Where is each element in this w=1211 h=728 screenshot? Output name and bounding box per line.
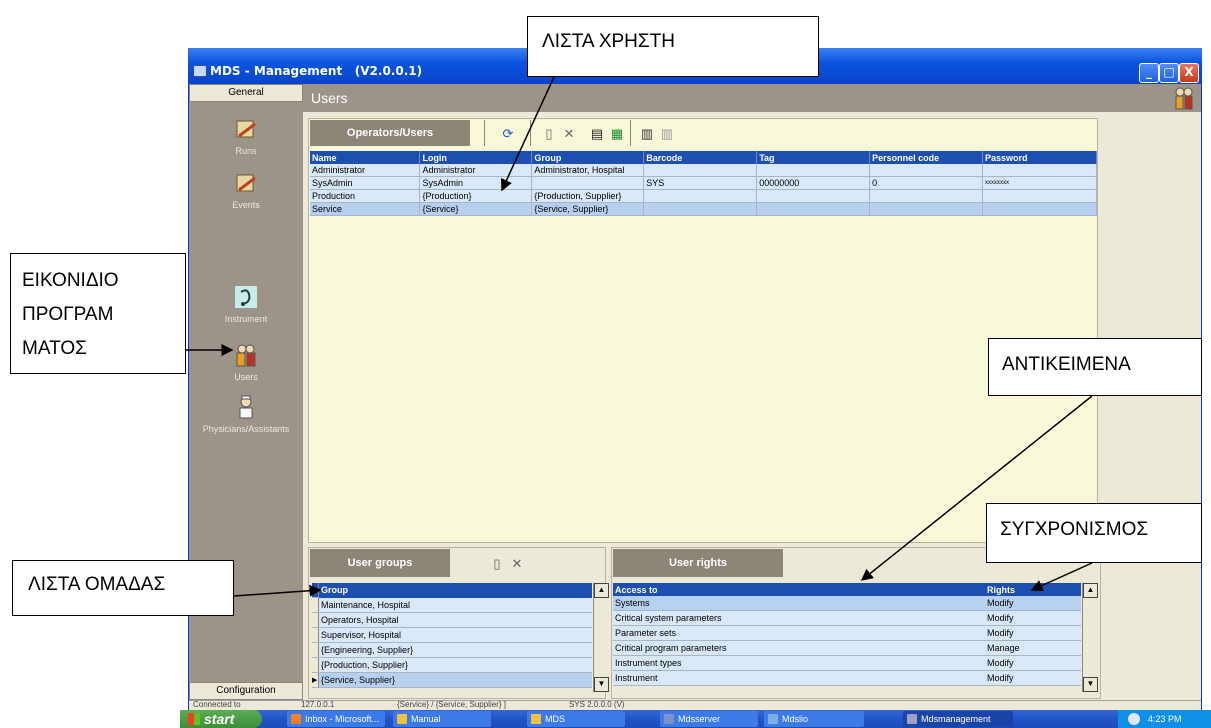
arrow-sync bbox=[1030, 562, 1093, 592]
arrow-objects bbox=[860, 395, 1093, 581]
arrow-group-list bbox=[233, 584, 322, 597]
annotation-arrows bbox=[186, 76, 1093, 597]
arrow-user-list bbox=[500, 76, 555, 192]
